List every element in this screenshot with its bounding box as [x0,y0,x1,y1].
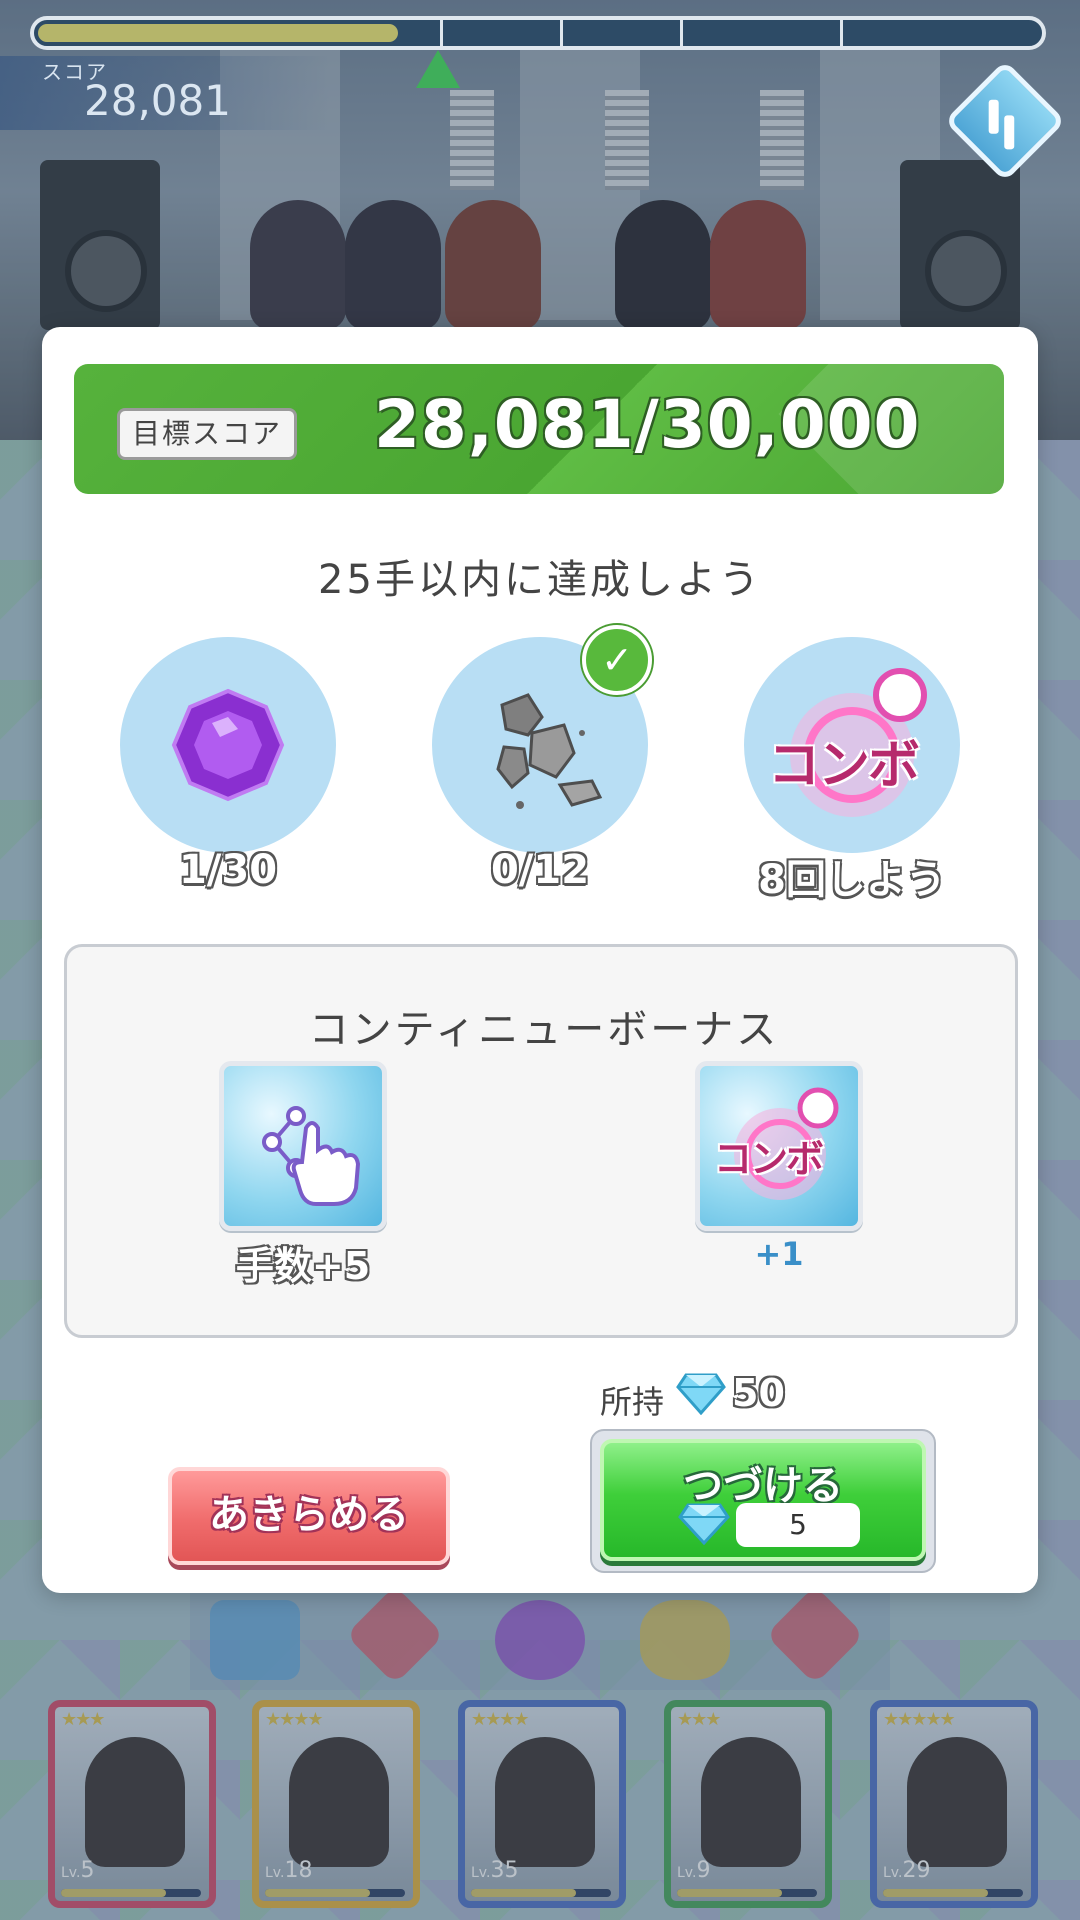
give-up-button[interactable]: あきらめる [168,1467,450,1565]
score-progress-bar [30,16,1046,50]
owned-gems-count: 50 [732,1371,785,1415]
diamond-icon [676,1373,726,1415]
bonus-combo-tile: コンボ [695,1061,863,1231]
bonus-combo-label: +1 [754,1235,804,1273]
bonus-moves-label: 手数+5 [235,1244,371,1288]
pause-icon [1004,115,1015,150]
bonus-moves-tile [219,1061,387,1231]
owned-gems-label: 所持 [600,1383,665,1421]
progress-marker-icon [416,50,460,88]
mission-gem-count: 1/30 [178,847,278,893]
continue-bonus-panel: コンティニューボーナス 手数+5 コンボ +1 [64,944,1018,1338]
diamond-icon [678,1503,730,1545]
mission-rock-count: 0/12 [490,847,590,893]
mission-combo: コンボ [744,637,960,853]
continue-bonus-title: コンティニューボーナス [308,1007,780,1053]
goal-text: 25手以内に達成しよう [318,557,762,603]
target-score-tag: 目標スコア [117,408,297,460]
mission-gem [120,637,336,853]
progress-divider [680,20,683,46]
continue-dialog: 目標スコア 28,081/30,000 25手以内に達成しよう 1/30 ✓ 0… [42,327,1038,1593]
score-progress-fill [38,24,398,42]
target-score-value: 28,081/30,000 [374,386,921,463]
swipe-hand-icon [262,1106,361,1206]
progress-divider [440,20,443,46]
score-value: 28,081 [84,76,231,125]
continue-cost: 5 [736,1503,860,1547]
target-score-banner: 目標スコア 28,081/30,000 [74,364,1004,494]
pause-icon [988,99,999,134]
progress-divider [560,20,563,46]
mission-combo-count: 8回しよう [758,857,946,903]
combo-word: コンボ [768,736,920,796]
purple-gem-icon [171,688,285,802]
continue-button-frame: つづける 5 [590,1429,936,1573]
continue-button[interactable]: つづける 5 [600,1439,926,1561]
mission-complete-check-icon: ✓ [582,625,652,695]
progress-divider [840,20,843,46]
combo-word: コンボ [714,1137,824,1181]
